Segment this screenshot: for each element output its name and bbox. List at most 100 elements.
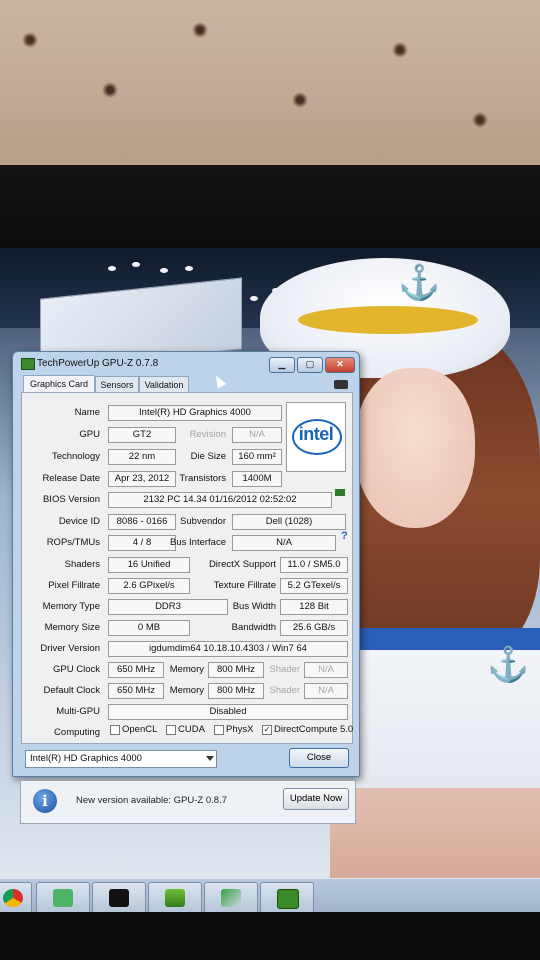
die-size-label: Die Size — [190, 451, 226, 462]
driver-version-label: Driver Version — [40, 643, 100, 654]
wallpaper-torso — [330, 788, 540, 878]
bios-version-label: BIOS Version — [42, 494, 100, 505]
chrome-icon — [3, 889, 23, 907]
wallpaper-hat-band — [298, 306, 478, 334]
die-size-value: 160 mm² — [232, 449, 282, 465]
shaders-label: Shaders — [64, 559, 100, 570]
memory-type-label: Memory Type — [42, 601, 100, 612]
gpu-select-value: Intel(R) HD Graphics 4000 — [30, 753, 142, 764]
taskbar-chrome[interactable] — [0, 882, 32, 914]
default-memory-label: Memory — [169, 685, 204, 696]
gpuz-app-icon — [21, 358, 35, 370]
cuda-checkbox[interactable] — [166, 725, 176, 735]
anchor-icon: ⚓ — [398, 264, 441, 302]
release-date-value: Apr 23, 2012 — [108, 471, 176, 487]
title-bar[interactable]: TechPowerUp GPU-Z 0.7.8 ▁ ▢ ✕ — [13, 352, 359, 374]
physx-label: PhysX — [226, 724, 254, 735]
directx-support-value: 11.0 / SM5.0 — [280, 557, 348, 573]
memory-clock-label: Memory — [169, 664, 204, 675]
texture-fillrate-value: 5.2 GTexel/s — [280, 578, 348, 594]
close-window-button[interactable]: ✕ — [325, 357, 355, 373]
taskbar — [0, 878, 540, 915]
bandwidth-value: 25.6 GB/s — [280, 620, 348, 636]
console-icon — [109, 889, 129, 907]
bandwidth-label: Bandwidth — [231, 622, 276, 633]
download-icon — [165, 889, 185, 907]
rops-tmus-label: ROPs/TMUs — [46, 537, 100, 548]
directx-support-label: DirectX Support — [208, 559, 276, 570]
monitor-bezel — [0, 165, 540, 250]
gpu-value: GT2 — [108, 427, 176, 443]
tab-sensors[interactable]: Sensors — [95, 376, 139, 393]
tab-validation[interactable]: Validation — [139, 376, 189, 393]
taskbar-console[interactable] — [92, 882, 146, 914]
taskbar-download[interactable] — [148, 882, 202, 914]
release-date-label: Release Date — [42, 473, 100, 484]
default-shader-label: Shader — [269, 685, 300, 696]
default-clock-value: 650 MHz — [108, 683, 164, 699]
texture-fillrate-label: Texture Fillrate — [213, 580, 276, 591]
technology-value: 22 nm — [108, 449, 176, 465]
bus-width-value: 128 Bit — [280, 599, 348, 615]
update-notification: i New version available: GPU-Z 0.8.7 Upd… — [20, 780, 356, 824]
gpu-select-dropdown[interactable]: Intel(R) HD Graphics 4000 — [25, 750, 217, 768]
taskbar-gpuz[interactable] — [260, 882, 314, 914]
revision-label: Revision — [189, 429, 226, 440]
memory-size-label: Memory Size — [44, 622, 100, 633]
graphics-card-panel: Name Intel(R) HD Graphics 4000 GPU GT2 R… — [21, 392, 353, 744]
update-now-button[interactable]: Update Now — [283, 788, 349, 810]
technology-label: Technology — [51, 451, 100, 462]
transistors-value: 1400M — [232, 471, 282, 487]
gpu-clock-label: GPU Clock — [53, 664, 100, 675]
subvendor-label: Subvendor — [180, 516, 226, 527]
tool-icon — [221, 889, 241, 907]
help-icon[interactable]: ? — [341, 530, 348, 542]
pixel-fillrate-label: Pixel Fillrate — [48, 580, 100, 591]
bios-save-icon[interactable] — [335, 489, 345, 496]
default-memory-value: 800 MHz — [208, 683, 264, 699]
wallpaper-face — [355, 368, 475, 528]
memory-clock-value: 800 MHz — [208, 662, 264, 678]
window-title: TechPowerUp GPU-Z 0.7.8 — [37, 358, 159, 369]
physx-checkbox[interactable] — [214, 725, 224, 735]
maximize-button[interactable]: ▢ — [297, 357, 323, 373]
bus-width-label: Bus Width — [232, 601, 276, 612]
rops-tmus-value: 4 / 8 — [108, 535, 176, 551]
monitor-bezel-bottom — [0, 912, 540, 960]
shader-clock-label: Shader — [269, 664, 300, 675]
folder-icon — [53, 889, 73, 907]
info-icon: i — [33, 789, 57, 813]
shaders-value: 16 Unified — [108, 557, 190, 573]
intel-logo-text: intel — [298, 424, 334, 444]
memory-type-value: DDR3 — [108, 599, 228, 615]
multi-gpu-value: Disabled — [108, 704, 348, 720]
intel-logo: intel — [286, 402, 346, 472]
gpu-label: GPU — [79, 429, 100, 440]
default-clock-label: Default Clock — [43, 685, 101, 696]
bus-interface-label: Bus Interface — [170, 537, 226, 548]
pixel-fillrate-value: 2.6 GPixel/s — [108, 578, 190, 594]
opencl-checkbox[interactable] — [110, 725, 120, 735]
camera-icon[interactable] — [334, 380, 348, 389]
device-id-label: Device ID — [58, 516, 100, 527]
close-button[interactable]: Close — [289, 748, 349, 768]
transistors-label: Transistors — [179, 473, 226, 484]
gpu-z-icon — [277, 889, 299, 909]
default-shader-value: N/A — [304, 683, 348, 699]
cuda-label: CUDA — [178, 724, 205, 735]
bios-version-value: 2132 PC 14.34 01/16/2012 02:52:02 — [108, 492, 332, 508]
directcompute-checkbox[interactable]: ✓ — [262, 725, 272, 735]
taskbar-folder[interactable] — [36, 882, 90, 914]
revision-value: N/A — [232, 427, 282, 443]
directcompute-label: DirectCompute 5.0 — [274, 724, 354, 735]
gpuz-window: TechPowerUp GPU-Z 0.7.8 ▁ ▢ ✕ Graphics C… — [12, 351, 360, 777]
update-notification-text: New version available: GPU-Z 0.8.7 — [76, 795, 228, 806]
subvendor-value: Dell (1028) — [232, 514, 346, 530]
taskbar-tool[interactable] — [204, 882, 258, 914]
minimize-button[interactable]: ▁ — [269, 357, 295, 373]
name-label: Name — [74, 407, 100, 418]
gpu-clock-value: 650 MHz — [108, 662, 164, 678]
memory-size-value: 0 MB — [108, 620, 190, 636]
shader-clock-value: N/A — [304, 662, 348, 678]
anchor-icon: ⚓ — [487, 646, 530, 684]
